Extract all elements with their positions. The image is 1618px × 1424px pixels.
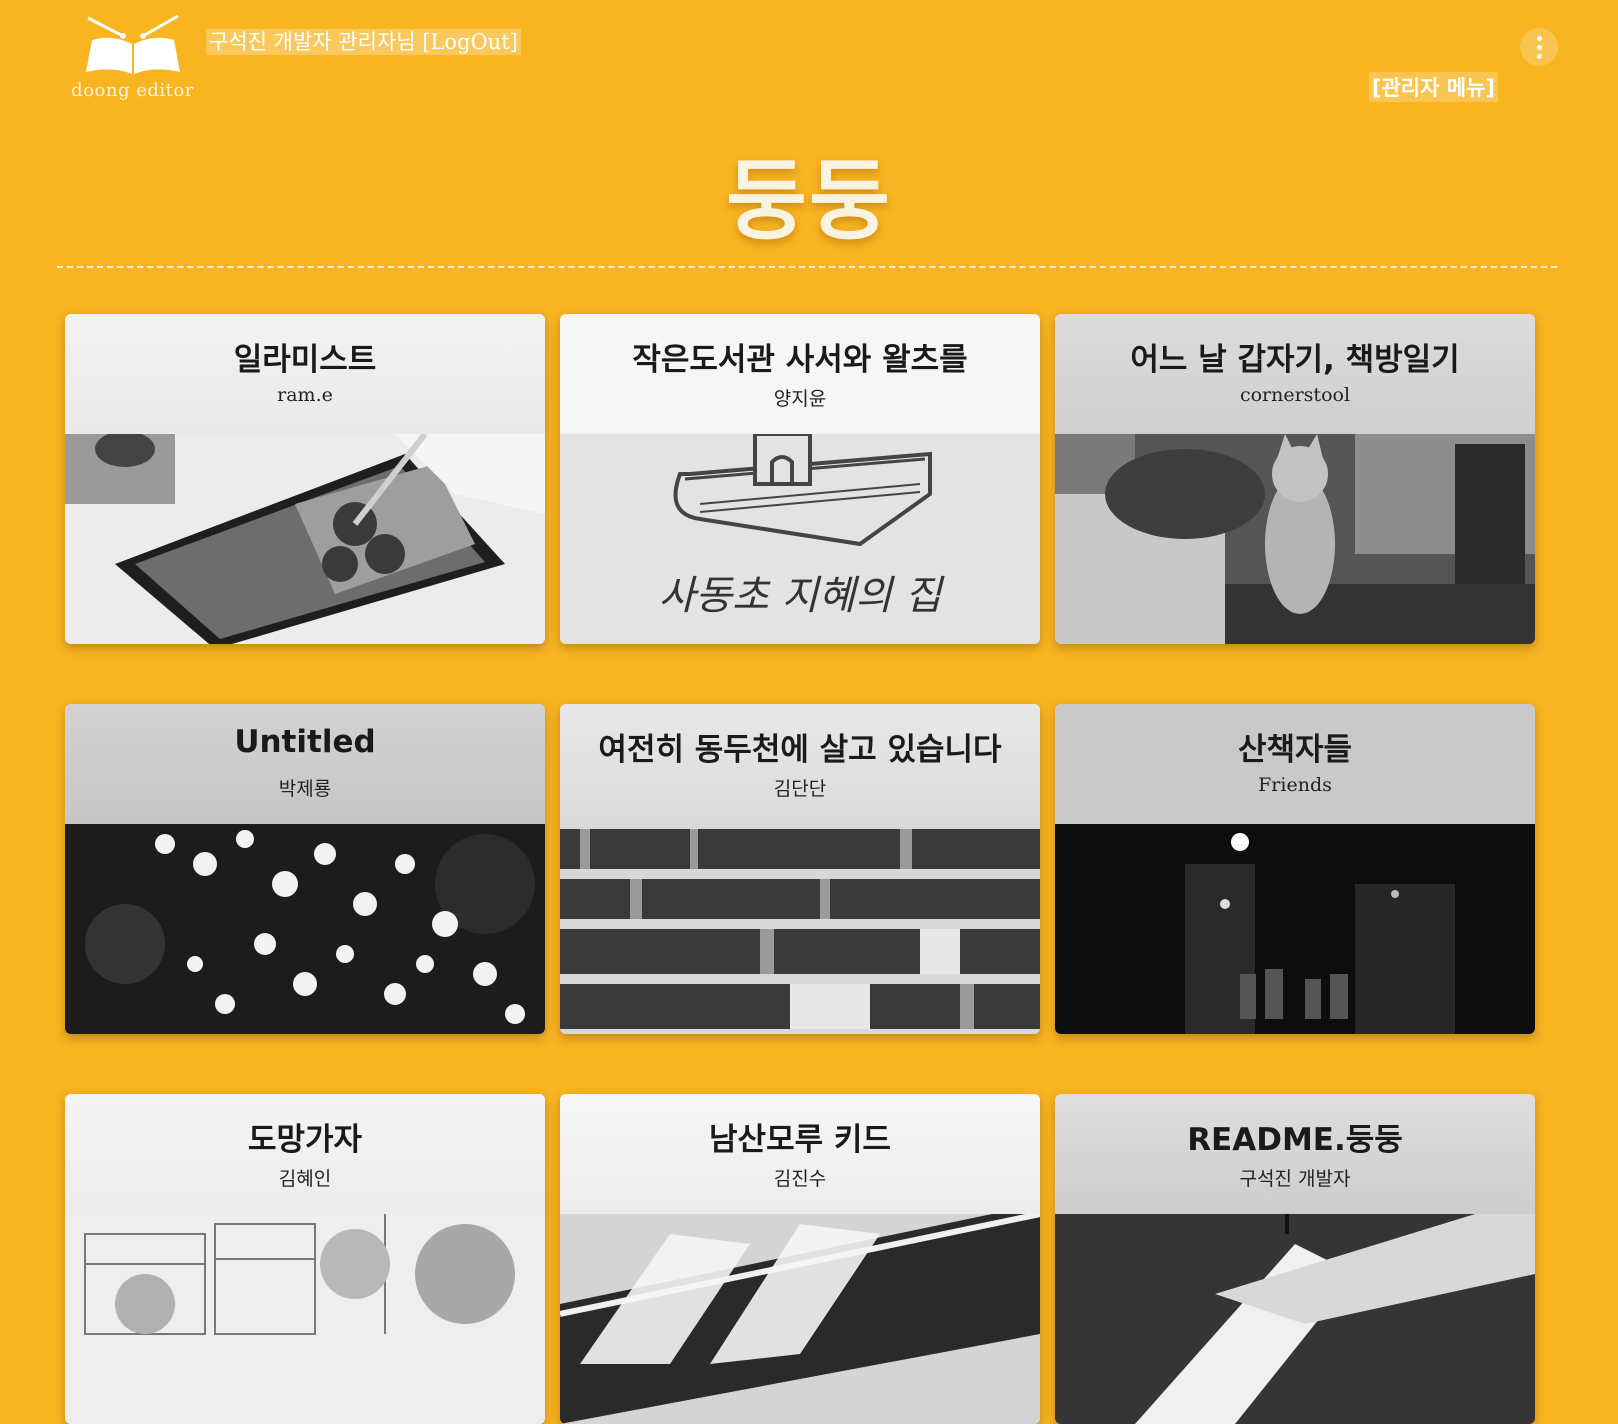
- book-card[interactable]: 산책자들 Friends: [1055, 704, 1535, 1034]
- card-header: 산책자들 Friends: [1055, 704, 1535, 824]
- card-author: cornerstool: [1239, 384, 1351, 406]
- card-author: 양지윤: [773, 388, 827, 410]
- card-header: 일라미스트 ram.e: [65, 314, 545, 434]
- book-card[interactable]: 어느 날 갑자기, 책방일기 cornerstool: [1055, 314, 1535, 644]
- card-title: 일라미스트: [233, 342, 377, 378]
- card-title: 남산모루 키드: [709, 1122, 891, 1158]
- card-title: 작은도서관 사서와 왈츠를: [632, 342, 968, 378]
- card-header: 작은도서관 사서와 왈츠를 양지윤: [560, 314, 1040, 434]
- book-card[interactable]: README.둥둥 구석진 개발자: [1055, 1094, 1535, 1424]
- open-book-icon: [85, 14, 180, 74]
- card-author: 김혜인: [278, 1168, 332, 1190]
- card-author: ram.e: [277, 384, 333, 406]
- card-header: 어느 날 갑자기, 책방일기 cornerstool: [1055, 314, 1535, 434]
- card-header: 남산모루 키드 김진수: [560, 1094, 1040, 1214]
- logo[interactable]: doong editor: [70, 12, 195, 104]
- card-header: README.둥둥 구석진 개발자: [1055, 1094, 1535, 1214]
- card-author: Friends: [1258, 774, 1332, 796]
- card-author: 김단단: [773, 778, 827, 800]
- card-author: 구석진 개발자: [1239, 1168, 1351, 1190]
- logo-text: doong editor: [71, 80, 194, 101]
- tablet-drawing-image: [65, 434, 545, 644]
- more-dot: [1536, 44, 1542, 50]
- illustration-caption: 사동초 지혜의 집: [658, 573, 944, 619]
- book-card[interactable]: 여전히 동두천에 살고 있습니다 김단단: [560, 704, 1040, 1034]
- building-sketch-image: [65, 1214, 545, 1424]
- card-header: 여전히 동두천에 살고 있습니다 김단단: [560, 704, 1040, 824]
- user-line-text: 구석진 개발자 관리자님 [LogOut]: [206, 29, 521, 55]
- user-logout-link[interactable]: 구석진 개발자 관리자님 [LogOut]: [206, 26, 521, 56]
- night-alley-image: [1055, 824, 1535, 1034]
- admin-menu-link[interactable]: [관리자 메뉴]: [1368, 72, 1498, 102]
- book-card[interactable]: 도망가자 김혜인: [65, 1094, 545, 1424]
- site-title: 둥둥: [726, 149, 892, 252]
- book-card[interactable]: 남산모루 키드 김진수: [560, 1094, 1040, 1424]
- more-vertical-icon: [1536, 35, 1542, 41]
- book-card[interactable]: 사동초 지혜의 집 작은도서관 사서와 왈츠를 양지윤: [560, 314, 1040, 644]
- book-illustration-image: 사동초 지혜의 집: [560, 434, 1040, 644]
- card-title: 어느 날 갑자기, 책방일기: [1130, 342, 1460, 378]
- card-title: README.둥둥: [1187, 1122, 1403, 1158]
- card-title: 도망가자: [247, 1122, 363, 1158]
- more-menu-button[interactable]: [1520, 28, 1558, 66]
- more-dot: [1536, 53, 1542, 59]
- card-title: 산책자들: [1237, 732, 1353, 768]
- card-header: Untitled 박제룡: [65, 704, 545, 824]
- card-title: Untitled: [234, 724, 376, 760]
- bookstore-cat-image: [1055, 434, 1535, 644]
- card-header: 도망가자 김혜인: [65, 1094, 545, 1214]
- card-title: 여전히 동두천에 살고 있습니다: [598, 732, 1002, 768]
- book-card[interactable]: 일라미스트 ram.e: [65, 314, 545, 644]
- blossom-image: [65, 824, 545, 1034]
- dashed-divider: [57, 266, 1557, 268]
- card-author: 박제룡: [278, 778, 332, 800]
- abstract-shape-image: [1055, 1214, 1535, 1424]
- candy-bar-image: [560, 1214, 1040, 1424]
- card-author: 김진수: [773, 1168, 827, 1190]
- book-card[interactable]: Untitled 박제룡: [65, 704, 545, 1034]
- bookshelf-image: [560, 824, 1040, 1034]
